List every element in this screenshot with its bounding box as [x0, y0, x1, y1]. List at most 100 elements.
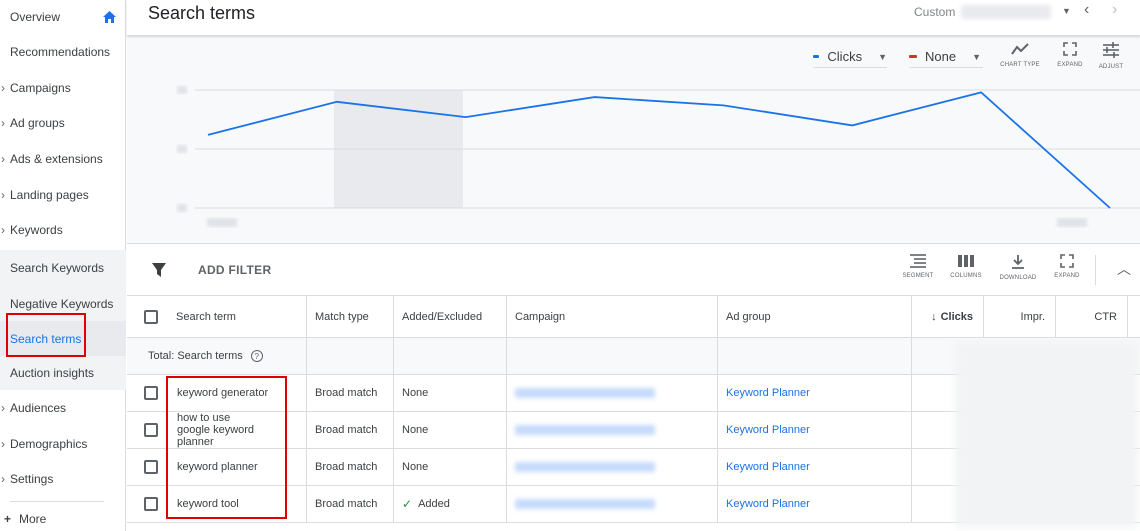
ad-group-link[interactable]: Keyword Planner: [718, 412, 912, 448]
sidebar-item-ad-groups[interactable]: Ad groups: [0, 108, 126, 138]
download-label: DOWNLOAD: [999, 275, 1037, 281]
campaign-cell[interactable]: [507, 412, 718, 448]
y-tick-label-redacted: [177, 145, 187, 153]
page-header: Search terms Custom ▼ ‹ ›: [127, 0, 1140, 36]
chart-type-label: CHART TYPE: [1000, 62, 1040, 68]
sidebar-item-label: Auction insights: [10, 366, 95, 380]
columns-button[interactable]: COLUMNS: [944, 254, 988, 279]
table-cell: [394, 338, 507, 374]
chevron-down-icon: ▼: [878, 51, 887, 62]
filter-icon[interactable]: [151, 262, 167, 278]
column-header-match-type[interactable]: Match type: [307, 296, 394, 337]
sidebar-more-button[interactable]: + More: [0, 512, 46, 526]
chart-adjust-button[interactable]: ADJUST: [1089, 42, 1133, 70]
campaign-link-redacted[interactable]: [515, 499, 655, 509]
table-cell: [507, 338, 718, 374]
row-checkbox[interactable]: [144, 460, 158, 474]
metric-color-dot: [909, 55, 917, 58]
columns-label: COLUMNS: [950, 273, 982, 279]
campaign-link-redacted[interactable]: [515, 425, 655, 435]
sidebar-item-label: Audiences: [10, 401, 67, 415]
sidebar-item-label: Demographics: [10, 437, 88, 451]
chevron-right-icon[interactable]: ›: [1112, 1, 1117, 19]
campaign-cell[interactable]: [507, 449, 718, 485]
help-icon[interactable]: ?: [250, 350, 263, 362]
chart-line-icon: [1011, 43, 1029, 55]
campaign-cell[interactable]: [507, 486, 718, 522]
add-filter-button[interactable]: ADD FILTER: [198, 263, 271, 277]
expand-icon: [1063, 42, 1077, 56]
column-header-added-excluded[interactable]: Added/Excluded: [394, 296, 507, 337]
select-all-checkbox[interactable]: [144, 309, 158, 324]
sidebar-divider: [10, 501, 104, 502]
segment-button[interactable]: SEGMENT: [896, 254, 940, 279]
status-cell: None: [394, 412, 507, 448]
chart-type-button[interactable]: CHART TYPE: [998, 42, 1042, 68]
status-cell: ✓ Added: [394, 486, 507, 522]
sidebar-item-search-keywords[interactable]: Search Keywords: [0, 250, 126, 286]
row-checkbox-cell[interactable]: [127, 375, 166, 411]
column-header-ad-group[interactable]: Ad group: [718, 296, 912, 337]
sidebar-item-audiences[interactable]: Audiences: [0, 393, 126, 423]
total-label: Total: Search terms: [148, 350, 243, 362]
match-type-cell: Broad match: [307, 486, 394, 522]
chart-expand-button[interactable]: EXPAND: [1048, 42, 1092, 68]
column-header-impr[interactable]: Impr.: [984, 296, 1056, 337]
campaign-link-redacted[interactable]: [515, 462, 655, 472]
row-checkbox-cell[interactable]: [127, 412, 166, 448]
sidebar-item-ads-extensions[interactable]: Ads & extensions: [0, 144, 126, 174]
download-button[interactable]: DOWNLOAD: [996, 254, 1040, 281]
match-type-cell: Broad match: [307, 412, 394, 448]
x-tick-label-redacted: [1057, 218, 1087, 227]
column-header-clicks[interactable]: ↓ Clicks: [912, 296, 984, 337]
sidebar-item-label: Ads & extensions: [10, 152, 103, 166]
sidebar-item-recommendations[interactable]: Recommendations: [0, 37, 126, 67]
metric-label: Clicks: [827, 49, 863, 64]
row-checkbox[interactable]: [144, 386, 158, 400]
metric-selector-2[interactable]: None ▼: [909, 46, 983, 68]
expand-icon: [1060, 254, 1074, 268]
page-title: Search terms: [148, 3, 256, 23]
chevron-down-icon[interactable]: ▼: [1062, 6, 1071, 16]
y-tick-label-redacted: [177, 86, 187, 94]
column-header-ctr[interactable]: CTR: [1056, 296, 1128, 337]
metric-selector-1[interactable]: Clicks ▼: [813, 46, 887, 68]
row-checkbox[interactable]: [144, 423, 158, 437]
column-header-search-term[interactable]: Search term: [166, 296, 307, 337]
sidebar-item-settings[interactable]: Settings: [0, 464, 126, 494]
sidebar-nav: Overview Recommendations Campaigns Ad gr…: [0, 0, 126, 531]
y-tick-label-redacted: [177, 204, 187, 212]
column-header-campaign[interactable]: Campaign: [507, 296, 718, 337]
chevron-up-icon[interactable]: ︿: [1117, 259, 1131, 279]
ad-group-link[interactable]: Keyword Planner: [718, 486, 912, 522]
performance-chart: Clicks ▼ None ▼ CHART TYPE EXPAND ADJUST: [127, 36, 1140, 244]
table-header-row: Search term Match type Added/Excluded Ca…: [127, 296, 1140, 338]
status-cell: None: [394, 449, 507, 485]
row-checkbox-cell[interactable]: [127, 486, 166, 522]
sidebar-item-label: Ad groups: [10, 116, 65, 130]
sidebar-item-label: Landing pages: [10, 188, 89, 202]
sidebar-item-label: Overview: [10, 10, 61, 24]
campaign-cell[interactable]: [507, 375, 718, 411]
date-range-picker[interactable]: [961, 5, 1051, 19]
table-expand-button[interactable]: EXPAND: [1045, 254, 1089, 279]
ad-group-link[interactable]: Keyword Planner: [718, 375, 912, 411]
chevron-left-icon[interactable]: ‹: [1084, 1, 1089, 19]
checkmark-icon: ✓: [402, 497, 413, 511]
select-all-checkbox-cell[interactable]: [127, 296, 166, 337]
sidebar-item-landing-pages[interactable]: Landing pages: [0, 180, 126, 210]
sidebar-item-keywords[interactable]: Keywords: [0, 215, 126, 245]
row-checkbox[interactable]: [144, 497, 158, 511]
date-range-label: Custom: [914, 5, 956, 19]
sidebar-item-overview[interactable]: Overview: [0, 2, 126, 32]
sidebar-item-auction-insights[interactable]: Auction insights: [0, 356, 126, 390]
campaign-link-redacted[interactable]: [515, 388, 655, 398]
total-label-cell: Total: Search terms ?: [127, 338, 307, 374]
table-cell: [718, 338, 912, 374]
sidebar-item-label: Search Keywords: [10, 261, 105, 275]
plus-icon: +: [4, 512, 12, 526]
sidebar-item-campaigns[interactable]: Campaigns: [0, 73, 126, 103]
row-checkbox-cell[interactable]: [127, 449, 166, 485]
sidebar-item-demographics[interactable]: Demographics: [0, 429, 126, 459]
ad-group-link[interactable]: Keyword Planner: [718, 449, 912, 485]
